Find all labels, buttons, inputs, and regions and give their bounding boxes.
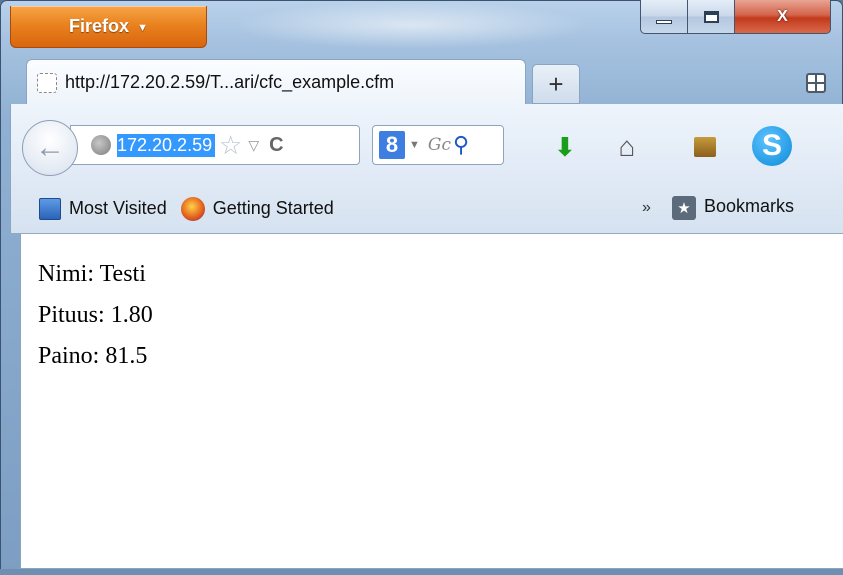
search-input[interactable]: Gc (428, 135, 451, 155)
tab-title: http://172.20.2.59/T...ari/cfc_example.c… (65, 72, 395, 92)
tab-groups-icon[interactable] (806, 73, 826, 93)
text-line-name: Nimi: Testi (38, 261, 146, 287)
tab-active[interactable]: http://172.20.2.59/T...ari/cfc_example.c… (26, 59, 526, 105)
bookmark-book-icon[interactable] (690, 132, 720, 162)
chevron-down-icon: ▼ (137, 21, 148, 34)
history-dropdown-icon[interactable]: ▽ (248, 137, 259, 154)
bookmark-getting-started[interactable]: Getting Started (167, 196, 334, 221)
plus-icon: + (548, 68, 564, 99)
skype-icon[interactable]: S (752, 126, 792, 166)
bookmarks-menu-icon[interactable]: ★ (672, 196, 696, 220)
firefox-logo-icon (180, 196, 205, 221)
address-bar[interactable]: 172.20.2.59 ☆ ▽ C (70, 125, 360, 165)
download-icon[interactable]: ⬇ (550, 132, 580, 162)
bookmarks-overflow-icon[interactable]: » (642, 199, 651, 217)
page-favicon-icon (37, 72, 57, 93)
maximize-button[interactable] (688, 0, 735, 34)
url-text[interactable]: 172.20.2.59 (117, 133, 215, 157)
text-line-height: Pituus: 1.80 (38, 302, 153, 328)
home-icon[interactable]: ⌂ (612, 131, 642, 162)
maximize-icon (703, 10, 719, 23)
search-engine-dropdown-icon[interactable]: ▼ (409, 139, 420, 151)
search-bar[interactable]: 8 ▼ Gc ⚲ (372, 125, 504, 165)
minimize-button[interactable] (640, 0, 688, 34)
reload-icon[interactable]: C (269, 134, 283, 157)
getting-started-label: Getting Started (212, 198, 334, 218)
bookmark-star-icon[interactable]: ☆ (219, 130, 242, 161)
page-content: Nimi: Testi Pituus: 1.80 Paino: 81.5 (20, 234, 843, 569)
bookmark-most-visited[interactable]: Most Visited (11, 197, 167, 220)
search-icon[interactable]: ⚲ (453, 132, 469, 158)
minimize-icon (656, 19, 672, 24)
bookmarks-menu-button[interactable]: Bookmarks (704, 196, 794, 217)
search-engine-icon[interactable]: 8 (379, 131, 405, 159)
most-visited-label: Most Visited (69, 198, 167, 218)
firefox-menu-label: Firefox (69, 16, 130, 36)
most-visited-icon (39, 197, 61, 220)
close-button[interactable]: X (735, 0, 831, 34)
back-button[interactable]: ← (22, 120, 78, 176)
close-icon: X (777, 7, 788, 25)
firefox-menu-button[interactable]: Firefox ▼ (10, 6, 207, 48)
globe-icon (91, 135, 111, 155)
new-tab-button[interactable]: + (532, 64, 580, 104)
text-line-weight: Paino: 81.5 (38, 343, 148, 369)
window-bottom-edge (0, 569, 843, 575)
back-arrow-icon: ← (35, 131, 65, 164)
